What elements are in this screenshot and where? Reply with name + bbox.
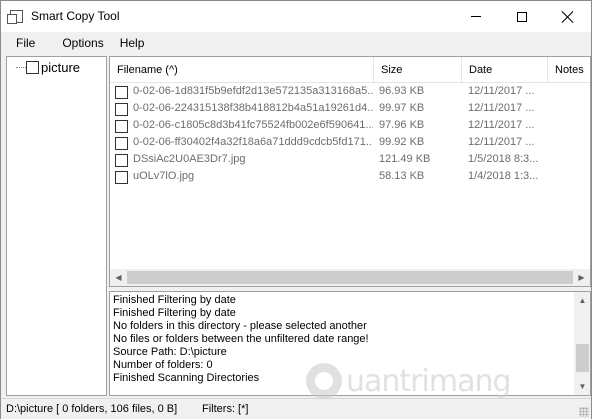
file-size: 121.49 KB <box>379 153 431 165</box>
log-line: No files or folders between the unfilter… <box>113 333 369 345</box>
menu-options[interactable]: Options <box>54 32 111 55</box>
menu-file[interactable]: File <box>1 32 54 55</box>
app-window: Smart Copy Tool File Options Help pictur… <box>0 0 592 419</box>
file-date: 12/11/2017 ... <box>468 102 535 114</box>
tree-root-checkbox[interactable] <box>26 61 39 74</box>
file-name: 0-02-06-c1805c8d3b41fc75524fb002e6f59064… <box>133 119 373 131</box>
file-list-horizontal-scrollbar[interactable]: ◀ ▶ <box>110 269 590 286</box>
file-row[interactable]: 0-02-06-224315138f38b418812b4a51a19261d4… <box>110 101 590 118</box>
scroll-up-icon[interactable]: ▲ <box>574 292 590 309</box>
file-size: 99.97 KB <box>379 102 425 114</box>
file-size: 58.13 KB <box>379 170 425 182</box>
log-line: Finished Filtering by date <box>113 307 236 319</box>
file-row[interactable]: 0-02-06-c1805c8d3b41fc75524fb002e6f59064… <box>110 118 590 135</box>
maximize-icon <box>517 11 527 22</box>
file-size: 96.93 KB <box>379 85 425 97</box>
file-name: 0-02-06-ff30402f4a32f18a6a71ddd9cdcb5fd1… <box>133 136 373 148</box>
file-row[interactable]: DSsiAc2U0AE3Dr7.jpg 121.49 KB 1/5/2018 8… <box>110 152 590 169</box>
file-date: 12/11/2017 ... <box>468 85 535 97</box>
minimize-icon <box>471 16 481 17</box>
file-name: DSsiAc2U0AE3Dr7.jpg <box>133 153 246 165</box>
watermark: uantrimang <box>306 363 512 399</box>
file-row-checkbox[interactable] <box>115 86 128 99</box>
close-button[interactable] <box>545 1 591 32</box>
maximize-button[interactable] <box>499 1 545 32</box>
file-row-checkbox[interactable] <box>115 137 128 150</box>
status-path: D:\picture [ 0 folders, 106 files, 0 B] <box>6 403 178 415</box>
file-date: 1/5/2018 8:3... <box>468 153 539 165</box>
status-bar: D:\picture [ 0 folders, 106 files, 0 B] … <box>1 398 591 419</box>
file-date: 1/4/2018 1:3... <box>468 170 539 182</box>
resize-grip-icon[interactable] <box>579 407 589 417</box>
status-filters: Filters: [*] <box>202 403 249 415</box>
log-vertical-scrollbar[interactable]: ▲ ▼ <box>574 292 590 395</box>
column-header-date[interactable]: Date <box>462 57 548 83</box>
folder-tree: picture <box>6 56 107 396</box>
file-size: 99.92 KB <box>379 136 425 148</box>
vertical-scroll-thumb[interactable] <box>576 344 589 372</box>
file-name: uOLv7lO.jpg <box>133 170 195 182</box>
column-header-size[interactable]: Size <box>374 57 462 83</box>
file-name: 0-02-06-224315138f38b418812b4a51a19261d4… <box>133 102 373 114</box>
scroll-left-icon[interactable]: ◀ <box>110 269 127 286</box>
horizontal-scroll-thumb[interactable] <box>127 271 573 284</box>
log-line: Source Path: D:\picture <box>113 346 227 358</box>
scroll-right-icon[interactable]: ▶ <box>573 269 590 286</box>
app-icon <box>7 10 23 24</box>
file-list: Filename (^) Size Date Notes 0-02-06-1d8… <box>109 56 591 287</box>
log-line: Finished Filtering by date <box>113 294 236 306</box>
file-row-checkbox[interactable] <box>115 154 128 167</box>
log-line: Finished Scanning Directories <box>113 372 260 384</box>
file-name: 0-02-06-1d831f5b9efdf2d13e572135a313168a… <box>133 85 373 97</box>
watermark-text: uantrimang <box>346 363 512 399</box>
minimize-button[interactable] <box>453 1 499 32</box>
log-line: Number of folders: 0 <box>113 359 213 371</box>
file-row[interactable]: uOLv7lO.jpg 58.13 KB 1/4/2018 1:3... <box>110 169 590 186</box>
file-size: 97.96 KB <box>379 119 425 131</box>
column-header-notes[interactable]: Notes <box>548 57 590 83</box>
window-title: Smart Copy Tool <box>31 9 120 23</box>
log-line: No folders in this directory - please se… <box>113 320 367 332</box>
file-row-checkbox[interactable] <box>115 171 128 184</box>
column-header-filename[interactable]: Filename (^) <box>110 57 374 83</box>
tree-root-label[interactable]: picture <box>41 60 80 75</box>
file-row[interactable]: 0-02-06-1d831f5b9efdf2d13e572135a313168a… <box>110 84 590 101</box>
file-date: 12/11/2017 ... <box>468 136 535 148</box>
close-icon <box>562 11 574 23</box>
title-bar[interactable]: Smart Copy Tool <box>1 1 591 32</box>
menu-help[interactable]: Help <box>112 32 153 55</box>
file-row-checkbox[interactable] <box>115 103 128 116</box>
file-row-checkbox[interactable] <box>115 120 128 133</box>
watermark-logo-icon <box>306 363 342 399</box>
scroll-down-icon[interactable]: ▼ <box>574 378 590 395</box>
menu-bar: File Options Help <box>1 32 591 55</box>
file-row[interactable]: 0-02-06-ff30402f4a32f18a6a71ddd9cdcb5fd1… <box>110 135 590 152</box>
file-date: 12/11/2017 ... <box>468 119 535 131</box>
